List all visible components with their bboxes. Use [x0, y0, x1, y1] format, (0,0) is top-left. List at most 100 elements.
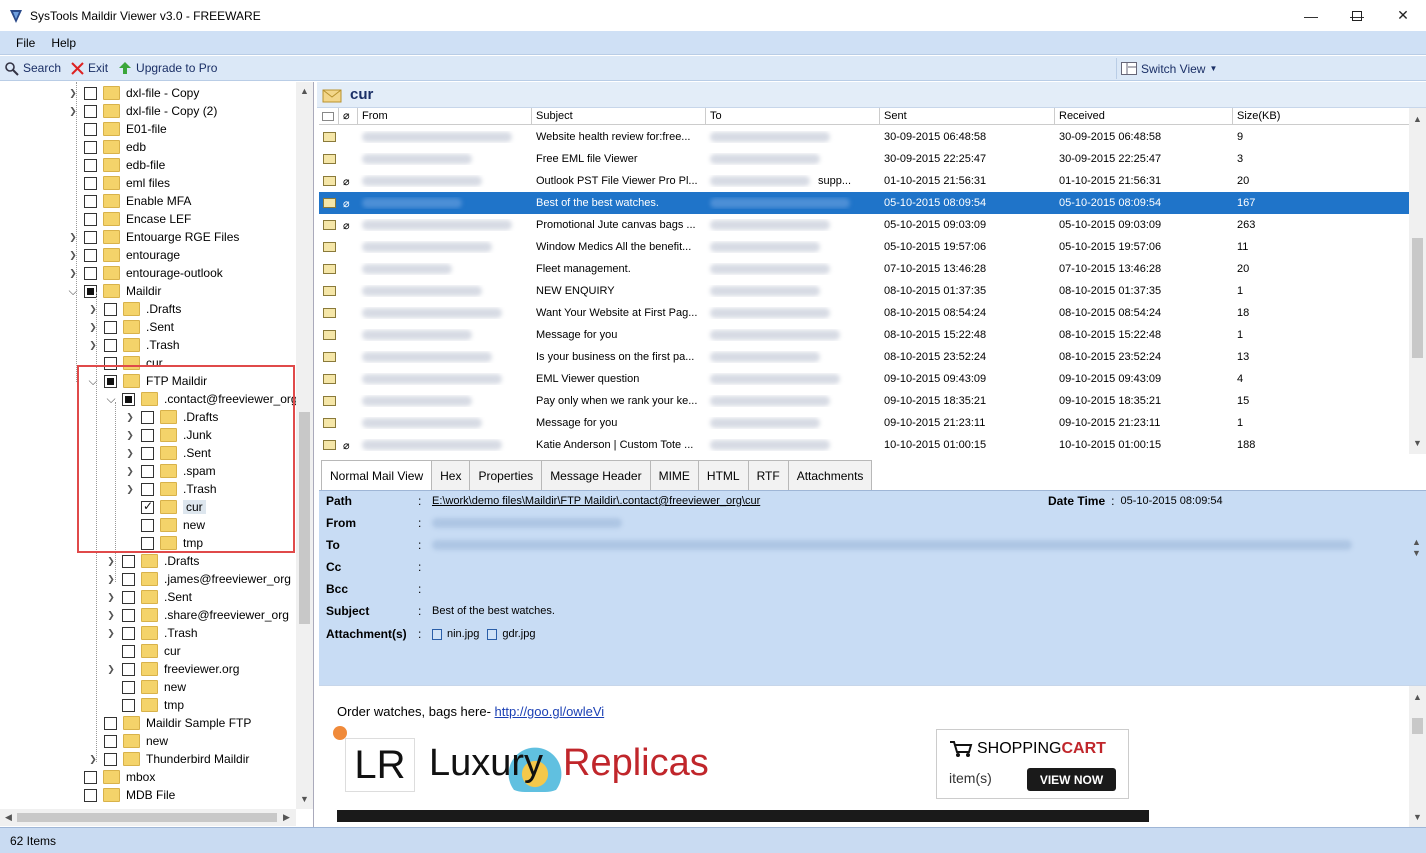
tree-node[interactable]: ❯ .Drafts [88, 300, 181, 318]
tab-attachments[interactable]: Attachments [787, 460, 873, 490]
tree-checkbox[interactable] [84, 212, 97, 226]
tree-checkbox[interactable] [84, 104, 97, 118]
col-received[interactable]: Received [1055, 108, 1233, 124]
tree-vertical-scrollbar[interactable]: ▲ ▼ [296, 82, 313, 809]
tree-node[interactable]: ❯ .share@freeviewer_org [106, 606, 289, 624]
tree-checkbox[interactable] [84, 194, 97, 208]
table-row[interactable]: Website health review for:free... 30-09-2… [319, 126, 1409, 148]
tree-node[interactable]: MDB File [68, 786, 175, 804]
col-sent[interactable]: Sent [880, 108, 1055, 124]
attachment-item[interactable]: nin.jpg [432, 628, 479, 640]
tree-node[interactable]: ❯ .james@freeviewer_org [106, 570, 291, 588]
minimize-btn[interactable]: — [1288, 0, 1334, 31]
tree-checkbox[interactable] [122, 626, 135, 640]
table-row[interactable]: ⌀ Outlook PST File Viewer Pro Pl... supp..… [319, 170, 1409, 192]
tree-node[interactable]: new [88, 732, 168, 750]
body-link[interactable]: http://goo.gl/owleVi [495, 704, 605, 719]
tree-checkbox[interactable] [84, 230, 97, 244]
tree-checkbox[interactable] [84, 140, 97, 154]
table-row[interactable]: Window Medics All the benefit... 05-10-20… [319, 236, 1409, 258]
tree-checkbox[interactable] [84, 248, 97, 262]
tree-node[interactable]: ❯ entourage [68, 246, 180, 264]
table-row[interactable]: Is your business on the first pa... 08-10… [319, 346, 1409, 368]
tab-message-header[interactable]: Message Header [541, 460, 651, 490]
tab-html[interactable]: HTML [697, 460, 749, 490]
tree-node[interactable]: ⌵ Maildir [68, 282, 161, 300]
body-scroll-thumb[interactable] [1412, 718, 1423, 734]
expand-chevron-icon[interactable]: ❯ [106, 624, 116, 642]
tree-node[interactable]: E01-file [68, 120, 167, 138]
col-to[interactable]: To [706, 108, 880, 124]
tree-node[interactable]: Encase LEF [68, 210, 191, 228]
menu-help[interactable]: Help [47, 36, 88, 50]
tree-checkbox[interactable] [104, 320, 117, 334]
tree-node[interactable]: ❯ freeviewer.org [106, 660, 239, 678]
expand-chevron-icon[interactable]: ❯ [106, 660, 116, 678]
table-row[interactable]: Message for you 08-10-2015 15:22:48 08-10-… [319, 324, 1409, 346]
table-row[interactable]: Message for you 09-10-2015 21:23:11 09-10-… [319, 412, 1409, 434]
table-row[interactable]: Fleet management. 07-10-2015 13:46:28 07-1… [319, 258, 1409, 280]
tree-checkbox[interactable] [84, 788, 97, 802]
tree-node[interactable]: ❯ dxl-file - Copy (2) [68, 102, 217, 120]
tree-checkbox[interactable] [122, 590, 135, 604]
table-row[interactable]: ⌀ Katie Anderson | Custom Tote ... 10-10-2… [319, 434, 1409, 454]
tree-node[interactable]: ❯ Thunderbird Maildir [88, 750, 249, 768]
tab-normal-mail-view[interactable]: Normal Mail View [321, 460, 433, 490]
tree-horizontal-scrollbar[interactable]: ◀ ▶ [0, 809, 296, 826]
tree-node[interactable]: tmp [106, 696, 184, 714]
tree-node[interactable]: ❯ entourage-outlook [68, 264, 223, 282]
tree-node[interactable]: ❯ .Sent [106, 588, 192, 606]
message-list-scroll-thumb[interactable] [1412, 238, 1423, 358]
tree-checkbox[interactable] [122, 644, 135, 658]
tree-checkbox[interactable] [122, 662, 135, 676]
tree-checkbox[interactable] [104, 716, 117, 730]
tree-node[interactable]: eml files [68, 174, 170, 192]
tree-node[interactable]: cur [106, 642, 181, 660]
tree-checkbox[interactable] [84, 122, 97, 136]
tree-checkbox[interactable] [84, 158, 97, 172]
tab-properties[interactable]: Properties [469, 460, 543, 490]
tree-checkbox[interactable] [122, 572, 135, 586]
tree-node[interactable]: ❯ .Sent [88, 318, 174, 336]
body-scrollbar[interactable]: ▲ ▼ [1409, 686, 1426, 828]
table-row[interactable]: Pay only when we rank your ke... 09-10-20… [319, 390, 1409, 412]
tree-checkbox[interactable] [122, 680, 135, 694]
tree-node[interactable]: ❯ .Trash [88, 336, 180, 354]
maximize-button[interactable] [1334, 0, 1380, 31]
tree-checkbox[interactable] [104, 734, 117, 748]
tab-rtf[interactable]: RTF [747, 460, 789, 490]
close-button[interactable]: ✕ [1380, 0, 1426, 31]
tree-node[interactable]: ❯ Entouarge RGE Files [68, 228, 239, 246]
table-row[interactable]: EML Viewer question 09-10-2015 09:43:09 09… [319, 368, 1409, 390]
attachment-item[interactable]: gdr.jpg [487, 628, 535, 640]
col-subject[interactable]: Subject [532, 108, 706, 124]
tree-hscroll-thumb[interactable] [17, 813, 277, 822]
tree-checkbox[interactable] [84, 770, 97, 784]
path-value[interactable]: E:\work\demo files\Maildir\FTP Maildir\.… [432, 495, 760, 507]
switch-view-button[interactable]: Switch View ▼ [1116, 58, 1424, 79]
tree-checkbox[interactable] [104, 338, 117, 352]
tree-node[interactable]: Enable MFA [68, 192, 191, 210]
tree-checkbox[interactable] [122, 698, 135, 712]
tab-hex[interactable]: Hex [431, 460, 471, 490]
tree-node[interactable]: new [106, 678, 186, 696]
tree-checkbox[interactable] [104, 752, 117, 766]
tree-checkbox[interactable] [122, 554, 135, 568]
tree-node[interactable]: ❯ .Drafts [106, 552, 199, 570]
tree-checkbox[interactable] [122, 608, 135, 622]
expand-chevron-icon[interactable]: ❯ [106, 588, 116, 606]
tree-node[interactable]: ❯ dxl-file - Copy [68, 84, 199, 102]
tree-node[interactable]: mbox [68, 768, 155, 786]
table-row[interactable]: ⌀ Promotional Jute canvas bags ... 05-10-2… [319, 214, 1409, 236]
message-list-scrollbar[interactable]: ▲ ▼ [1409, 108, 1426, 454]
table-row[interactable]: ⌀ Best of the best watches. 05-10-2015 08:… [319, 192, 1409, 214]
col-size[interactable]: Size(KB) [1233, 108, 1409, 124]
tree-node[interactable]: edb [68, 138, 146, 156]
view-now-button[interactable]: VIEW NOW [1027, 768, 1116, 791]
menu-file[interactable]: File [0, 36, 47, 50]
search-button[interactable]: Search [4, 61, 61, 76]
meta-scrollbar[interactable]: ▲ ▼ [1411, 537, 1423, 559]
tree-node[interactable]: ❯ .Trash [106, 624, 198, 642]
upgrade-button[interactable]: Upgrade to Pro [118, 61, 217, 75]
table-row[interactable]: Want Your Website at First Pag... 08-10-2… [319, 302, 1409, 324]
